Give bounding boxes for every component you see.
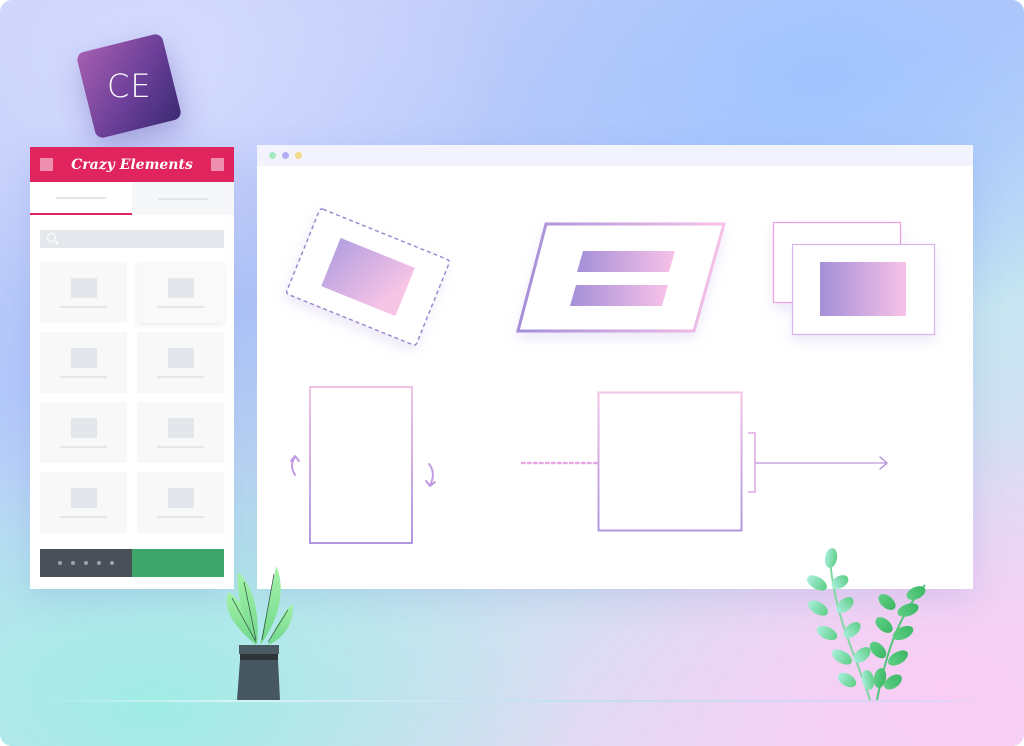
- stacked-frames: [772, 221, 936, 336]
- pot-body: [237, 660, 280, 700]
- gradient-block: [820, 262, 906, 316]
- skewed-frame-with-bars: [516, 222, 726, 333]
- outline-rectangle: [309, 386, 413, 544]
- rotated-dashed-frame: [286, 208, 450, 346]
- outline-square: [597, 391, 743, 532]
- rotate-rectangle: [290, 386, 436, 544]
- leaves-left: [807, 548, 875, 690]
- bracket: [748, 432, 756, 493]
- rotate-cw-arrow-icon: [428, 463, 434, 486]
- gradient-bar-bottom: [570, 285, 668, 306]
- potted-plant: [226, 566, 294, 700]
- leaves-right: [869, 586, 926, 690]
- pot-band: [240, 654, 278, 660]
- pot-rim: [239, 645, 279, 654]
- vine-plant: [807, 548, 926, 701]
- illustration-layer: [226, 208, 936, 701]
- skewed-frame: [516, 222, 726, 333]
- gradient-bar-top: [577, 251, 675, 272]
- background-canvas: CE Crazy Elements: [0, 0, 1024, 746]
- motion-box-arrow: [520, 391, 888, 532]
